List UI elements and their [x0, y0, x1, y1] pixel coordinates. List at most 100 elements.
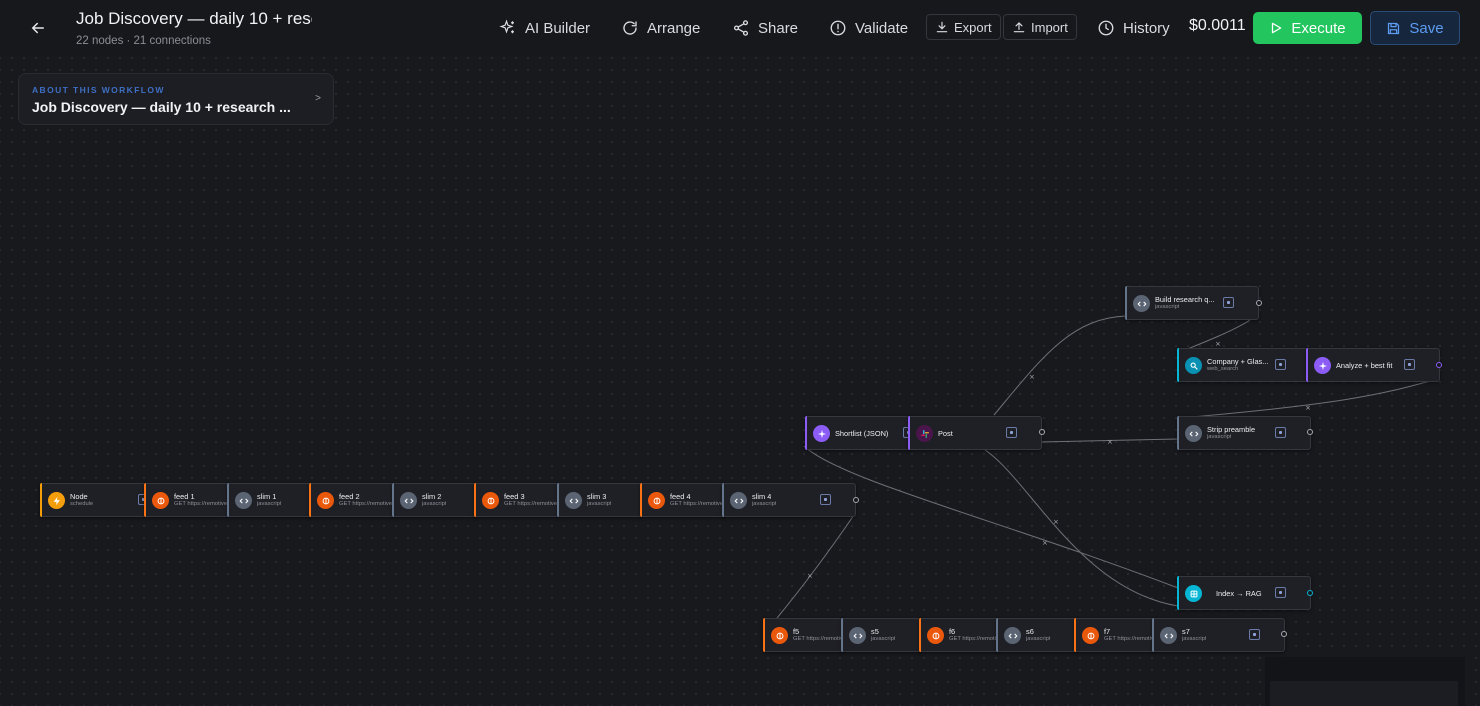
select-checkbox[interactable] [1006, 427, 1017, 438]
arrange-label: Arrange [647, 19, 701, 37]
node-slim-4[interactable]: slim 4 javascript [722, 483, 856, 517]
about-label: ABOUT THIS WORKFLOW [32, 85, 165, 95]
run-cost: $0.0011 [1189, 17, 1246, 34]
select-checkbox[interactable] [820, 494, 831, 505]
edge-marker: × [1029, 373, 1035, 381]
edge-analyze-strip [1179, 377, 1441, 419]
about-workflow-card[interactable]: ABOUT THIS WORKFLOW Job Discovery — dail… [18, 73, 334, 125]
node-slim-2[interactable]: slim 2 javascript [392, 483, 478, 517]
history-button[interactable]: History [1097, 16, 1170, 40]
node-label: Analyze + best fit [1336, 361, 1393, 370]
select-checkbox[interactable] [1249, 629, 1260, 640]
select-checkbox[interactable] [1275, 427, 1286, 438]
code-icon [1004, 627, 1021, 644]
node-f6[interactable]: f6 GET https://remotive [919, 618, 1001, 652]
validate-label: Validate [855, 19, 909, 37]
output-handle[interactable] [1307, 429, 1313, 435]
node-build-research[interactable]: Build research q... javascript [1125, 286, 1259, 320]
ai-sparkle-icon [1314, 357, 1331, 374]
clock-icon [1098, 20, 1114, 36]
share-button[interactable]: Share [732, 16, 798, 40]
edge-marker: × [1107, 438, 1113, 446]
output-handle[interactable] [1307, 590, 1313, 596]
node-label: feed 2 [339, 492, 360, 501]
select-checkbox[interactable] [1275, 359, 1286, 370]
output-handle[interactable] [1281, 631, 1287, 637]
http-icon [771, 627, 788, 644]
node-shortlist[interactable]: Shortlist (JSON) [805, 416, 914, 450]
node-post[interactable]: Post [908, 416, 1042, 450]
code-icon [730, 492, 747, 509]
ai-builder-button[interactable]: AI Builder [499, 16, 590, 40]
import-label: Import [1031, 19, 1068, 35]
node-label: feed 3 [504, 492, 525, 501]
node-label: Build research q... [1155, 295, 1215, 304]
node-label: Node [70, 492, 88, 501]
back-button[interactable] [26, 16, 50, 40]
node-type: javascript [752, 501, 777, 507]
node-analyze[interactable]: Analyze + best fit [1306, 348, 1440, 382]
node-label: Strip preamble [1207, 425, 1256, 434]
select-checkbox[interactable] [1275, 587, 1286, 598]
select-checkbox[interactable] [1223, 297, 1234, 308]
edge-marker: × [1053, 518, 1059, 526]
node-feed-4[interactable]: feed 4 GET https://remotive [640, 483, 726, 517]
output-handle[interactable] [1256, 300, 1262, 306]
code-icon [1133, 295, 1150, 312]
node-type: GET https://remotive [670, 501, 724, 507]
node-type: javascript [422, 501, 447, 507]
http-icon [1082, 627, 1099, 644]
node-trigger[interactable]: Node schedule [40, 483, 149, 517]
http-icon [927, 627, 944, 644]
node-f5[interactable]: f5 GET https://remotive [763, 618, 845, 652]
edge-marker: × [807, 572, 813, 580]
output-handle[interactable] [853, 497, 859, 503]
node-type: javascript [257, 501, 282, 507]
export-button[interactable]: Export [926, 14, 1001, 40]
edge-shortlist-index [803, 445, 1179, 589]
share-label: Share [758, 19, 799, 37]
http-icon [648, 492, 665, 509]
sparkles-icon [499, 19, 514, 34]
workflow-title[interactable]: Job Discovery — daily 10 + research [76, 9, 312, 29]
code-icon [400, 492, 417, 509]
node-slim-3[interactable]: slim 3 javascript [557, 483, 643, 517]
validate-button[interactable]: Validate [829, 16, 908, 40]
node-index-rag[interactable]: Index → RAG [1177, 576, 1311, 610]
node-feed-1[interactable]: feed 1 GET https://remotive [144, 483, 230, 517]
arrange-button[interactable]: Arrange [621, 16, 700, 40]
share-icon [733, 20, 749, 36]
execute-button[interactable]: Execute [1253, 12, 1362, 44]
execute-label: Execute [1291, 19, 1346, 37]
node-label: slim 3 [587, 492, 607, 501]
history-label: History [1123, 19, 1170, 37]
minimap[interactable] [1265, 657, 1465, 706]
node-label: f5 [793, 627, 800, 636]
node-label: Post [938, 429, 953, 438]
code-icon [1185, 425, 1202, 442]
save-button[interactable]: Save [1370, 11, 1460, 45]
node-label: Index → RAG [1216, 589, 1262, 598]
about-title: Job Discovery — daily 10 + research ... [32, 99, 291, 115]
node-feed-2[interactable]: feed 2 GET https://remotive [309, 483, 395, 517]
import-button[interactable]: Import [1003, 14, 1077, 40]
output-handle[interactable] [1436, 362, 1442, 368]
node-f7[interactable]: f7 GET https://remotive [1074, 618, 1156, 652]
node-s7[interactable]: s7 javascript [1152, 618, 1285, 652]
node-slim-1[interactable]: slim 1 javascript [227, 483, 313, 517]
minimap-viewport[interactable] [1270, 681, 1458, 706]
select-checkbox[interactable] [1404, 359, 1415, 370]
node-company-search[interactable]: Company + Glas... web_search [1177, 348, 1309, 382]
output-handle[interactable] [1039, 429, 1045, 435]
node-type: web_search [1207, 366, 1239, 372]
lightning-icon [48, 492, 65, 509]
node-s5[interactable]: s5 javascript [841, 618, 923, 652]
node-label: s5 [871, 627, 879, 636]
node-s6[interactable]: s6 javascript [996, 618, 1078, 652]
node-label: f7 [1104, 627, 1111, 636]
node-label: Shortlist (JSON) [835, 429, 889, 438]
node-feed-3[interactable]: feed 3 GET https://remotive [474, 483, 560, 517]
alert-circle-icon [830, 20, 846, 36]
upload-icon [1013, 22, 1025, 33]
node-strip-preamble[interactable]: Strip preamble javascript [1177, 416, 1311, 450]
